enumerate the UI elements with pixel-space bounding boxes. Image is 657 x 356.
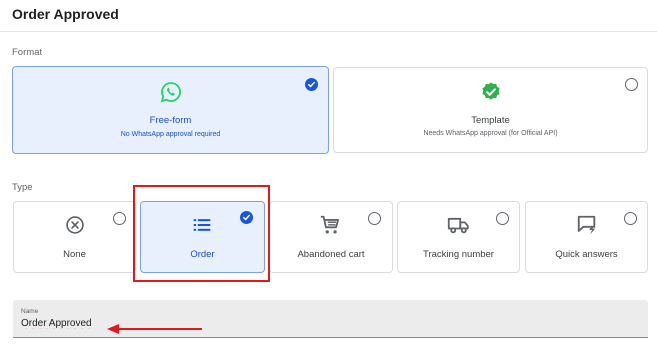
truck-icon (447, 215, 470, 240)
cancel-circle-icon (65, 215, 85, 240)
format-option-title: Free-form (149, 115, 192, 126)
type-option-quick-answers[interactable]: Quick answers (525, 201, 648, 273)
type-option-tracking-number[interactable]: Tracking number (397, 201, 520, 273)
name-field-label: Name (21, 308, 39, 315)
type-radio-none[interactable] (113, 212, 126, 225)
page-title: Order Approved (12, 6, 119, 22)
type-option-title: Tracking number (423, 249, 494, 260)
type-option-title: None (63, 249, 86, 260)
format-option-template[interactable]: Template Needs WhatsApp approval (for Of… (333, 67, 648, 153)
cart-icon (319, 214, 341, 241)
type-option-title: Abandoned cart (297, 249, 365, 260)
type-radio-abandoned-cart[interactable] (368, 212, 381, 225)
format-option-subtitle: No WhatsApp approval required (120, 131, 221, 138)
format-option-title: Template (471, 115, 510, 126)
highlight-box (133, 185, 270, 282)
format-radio-template[interactable] (625, 78, 638, 91)
type-option-none[interactable]: None (13, 201, 136, 273)
format-option-free-form[interactable]: Free-form No WhatsApp approval required (12, 66, 329, 154)
type-option-title: Quick answers (555, 249, 618, 260)
quick-reply-icon (576, 214, 598, 241)
verified-badge-icon (480, 81, 502, 108)
annotation-arrow (106, 322, 206, 341)
format-label: Format (12, 47, 43, 58)
type-radio-quick-answers[interactable] (624, 212, 637, 225)
format-radio-free-form[interactable] (305, 78, 318, 91)
type-radio-tracking-number[interactable] (496, 212, 509, 225)
whatsapp-icon (160, 81, 182, 108)
type-label: Type (12, 182, 33, 193)
type-option-abandoned-cart[interactable]: Abandoned cart (269, 201, 393, 273)
format-option-subtitle: Needs WhatsApp approval (for Official AP… (423, 130, 558, 137)
header-divider (0, 31, 657, 32)
